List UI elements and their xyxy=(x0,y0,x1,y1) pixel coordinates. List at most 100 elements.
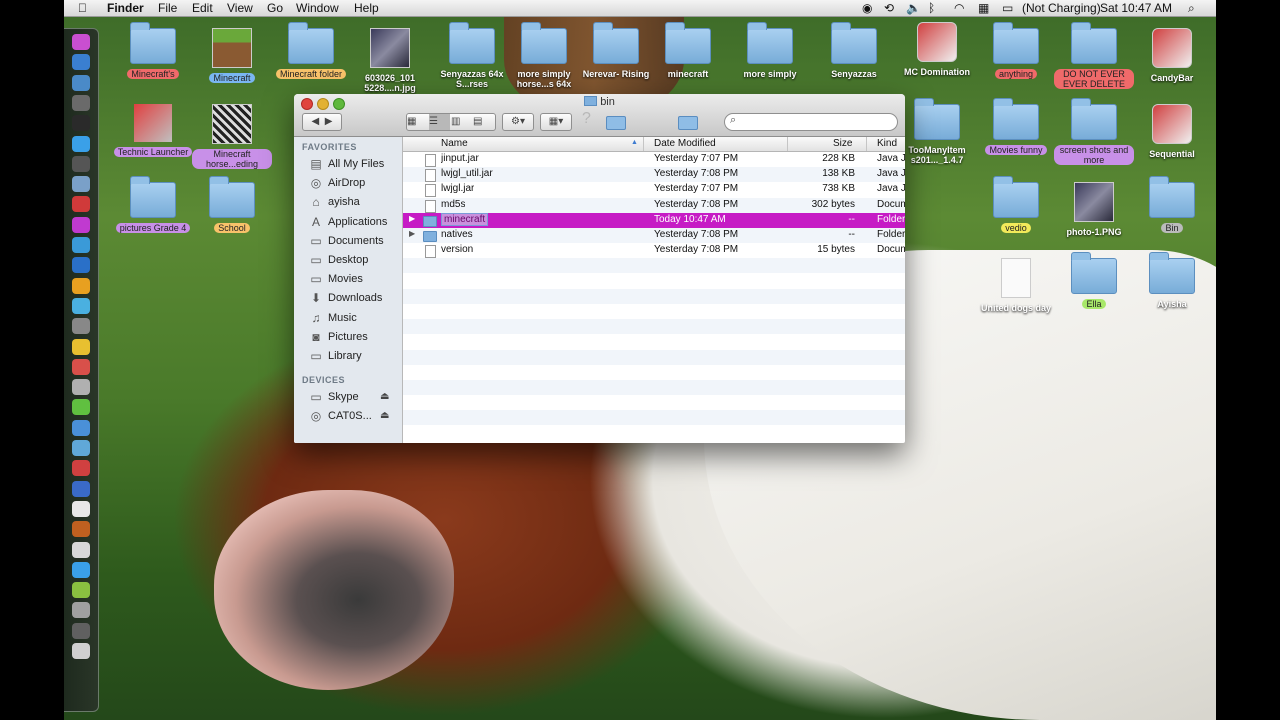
desktop-icon[interactable]: photo-1.PNG xyxy=(1054,182,1134,240)
forward-icon[interactable]: ▶ xyxy=(325,116,333,127)
dock-app-icon[interactable] xyxy=(72,94,90,111)
dock-app-icon[interactable] xyxy=(72,216,90,233)
dock-app-icon[interactable] xyxy=(72,480,90,497)
dock-app-icon[interactable] xyxy=(72,54,90,71)
dock-app-icon[interactable] xyxy=(72,297,90,314)
sidebar-item[interactable]: ◎ AirDrop xyxy=(294,175,402,193)
dock-app-icon[interactable] xyxy=(72,399,90,416)
desktop-icon[interactable]: Nerevar- Rising xyxy=(576,22,656,82)
sidebar-item[interactable]: ◙ Pictures xyxy=(294,329,402,347)
dock-app-icon[interactable] xyxy=(72,643,90,659)
disclosure-triangle-icon[interactable]: ▶ xyxy=(409,214,415,223)
desktop-icon[interactable]: Sequential xyxy=(1132,104,1212,162)
desktop-icon[interactable]: minecraft xyxy=(648,22,728,82)
dock-app-icon[interactable] xyxy=(72,541,90,558)
table-row[interactable]: md5s Yesterday 7:08 PM 302 bytes Document xyxy=(403,197,905,213)
coverflow-view-icon[interactable]: ▤ xyxy=(473,114,494,130)
menu-help[interactable]: Help xyxy=(354,1,379,15)
dock-app-icon[interactable] xyxy=(72,338,90,355)
sidebar-item[interactable]: ▭ Movies xyxy=(294,271,402,289)
dock-app-icon[interactable] xyxy=(72,257,90,274)
dock-app-icon[interactable] xyxy=(72,440,90,456)
dock-app-icon[interactable] xyxy=(72,561,90,578)
sidebar-item[interactable]: A Applications xyxy=(294,214,402,232)
dock-app-icon[interactable] xyxy=(72,277,90,294)
bluetooth-icon[interactable]: ᛒ xyxy=(928,1,935,15)
dock-app-icon[interactable] xyxy=(72,582,90,599)
desktop-icon[interactable]: screen shots and more xyxy=(1054,98,1134,168)
desktop-icon[interactable]: Technic Launcher xyxy=(113,104,193,160)
dock-app-icon[interactable] xyxy=(72,74,90,91)
time-machine-icon[interactable]: ⟲ xyxy=(884,1,894,15)
dock-app-icon[interactable] xyxy=(72,521,90,538)
eject-icon[interactable]: ⏏ xyxy=(380,410,389,421)
desktop-icon[interactable]: vedio xyxy=(976,176,1056,236)
dock-app-icon[interactable] xyxy=(72,196,90,213)
table-row[interactable]: lwjgl.jar Yesterday 7:07 PM 738 KB Java JAR xyxy=(403,182,905,198)
dock-app-icon[interactable] xyxy=(72,460,90,477)
desktop-icon[interactable]: Minecraft folder xyxy=(271,22,351,82)
desktop-icon[interactable]: United dogs day xyxy=(976,258,1056,316)
battery-icon[interactable]: ▭ xyxy=(1002,1,1013,15)
dock-app-icon[interactable] xyxy=(72,115,90,132)
dock-app-icon[interactable] xyxy=(72,602,90,619)
desktop-icon[interactable]: Senyazzas xyxy=(814,22,894,82)
folder-toolbar-icon-2[interactable] xyxy=(678,116,698,130)
menu-window[interactable]: Window xyxy=(296,1,339,15)
desktop-icon[interactable]: DO NOT EVER EVER DELETE xyxy=(1054,22,1134,92)
column-date-modified[interactable]: Date Modified xyxy=(654,138,716,151)
table-row[interactable]: ▶ natives Yesterday 7:08 PM -- Folder xyxy=(403,228,905,243)
menu-file[interactable]: File xyxy=(158,1,177,15)
table-row[interactable]: jinput.jar Yesterday 7:07 PM 228 KB Java JA… xyxy=(403,152,905,167)
menu-finder[interactable]: Finder xyxy=(107,1,144,15)
list-view-icon[interactable]: ☰ xyxy=(429,114,450,130)
sidebar-item[interactable]: ▭ Documents xyxy=(294,233,402,251)
battery-status[interactable]: (Not Charging) xyxy=(1022,1,1101,15)
dock-app-icon[interactable] xyxy=(72,419,90,436)
column-kind[interactable]: Kind xyxy=(877,138,897,151)
table-row[interactable]: version Yesterday 7:08 PM 15 bytes Document xyxy=(403,243,905,259)
sidebar-item[interactable]: ▭ Library xyxy=(294,348,402,366)
folder-toolbar-icon[interactable] xyxy=(606,116,626,130)
desktop-icon[interactable]: CandyBar xyxy=(1132,28,1212,86)
desktop-icon[interactable]: Ayisha xyxy=(1132,252,1212,312)
desktop-icon[interactable]: more simply horse...s 64x xyxy=(504,22,584,92)
sidebar-item[interactable]: ♫ Music xyxy=(294,310,402,328)
column-name[interactable]: Name xyxy=(441,138,468,151)
dock-app-icon[interactable] xyxy=(72,135,90,152)
menu-go[interactable]: Go xyxy=(267,1,283,15)
sidebar-device-item[interactable]: ◎ CAT0S... ⏏ xyxy=(294,408,402,426)
eject-icon[interactable]: ⏏ xyxy=(380,391,389,402)
quicklook-icon[interactable]: ? xyxy=(582,110,591,128)
desktop-icon[interactable]: Bin xyxy=(1132,176,1212,236)
dock-app-icon[interactable] xyxy=(72,379,90,396)
view-mode-segment[interactable]: ▦ ☰ ▥ ▤ xyxy=(406,113,496,131)
dock-app-icon[interactable] xyxy=(72,176,90,193)
dock-app-icon[interactable] xyxy=(72,155,90,172)
volume-icon[interactable]: 🔈 xyxy=(906,1,921,15)
input-flag-icon[interactable]: ▦ xyxy=(978,1,989,15)
table-row[interactable]: ▶ minecraft Today 10:47 AM -- Folder xyxy=(403,212,905,228)
desktop-icon[interactable]: Minecraft horse...eding xyxy=(192,104,272,172)
action-menu-button[interactable]: ⚙▾ xyxy=(502,113,534,131)
desktop-icon[interactable]: Minecraft xyxy=(192,28,272,86)
desktop-icon[interactable]: 603026_101 5228....n.jpg xyxy=(350,28,430,96)
column-view-icon[interactable]: ▥ xyxy=(451,114,472,130)
desktop-icon[interactable]: Ella xyxy=(1054,252,1134,312)
table-row[interactable]: lwjgl_util.jar Yesterday 7:08 PM 138 KB Jav… xyxy=(403,167,905,183)
icon-view-icon[interactable]: ▦ xyxy=(407,114,428,130)
menu-edit[interactable]: Edit xyxy=(192,1,213,15)
search-input[interactable]: ⌕ xyxy=(724,113,898,131)
back-icon[interactable]: ◀ xyxy=(312,116,320,127)
desktop-icon[interactable]: Minecraft's xyxy=(113,22,193,82)
desktop-icon[interactable]: MC Domination xyxy=(897,22,977,80)
dock-app-icon[interactable] xyxy=(72,237,90,253)
desktop-icon[interactable]: Senyazzas 64x S...rses xyxy=(432,22,512,92)
dock-app-icon[interactable] xyxy=(72,622,90,639)
sidebar-item[interactable]: ⌂ ayisha xyxy=(294,194,402,212)
desktop-icon[interactable]: Movies funny xyxy=(976,98,1056,158)
column-size[interactable]: Size xyxy=(833,138,852,151)
sidebar-item[interactable]: ▤ All My Files xyxy=(294,156,402,174)
dock-app-icon[interactable] xyxy=(72,318,90,335)
sidebar-device-item[interactable]: ▭ Skype ⏏ xyxy=(294,389,402,407)
